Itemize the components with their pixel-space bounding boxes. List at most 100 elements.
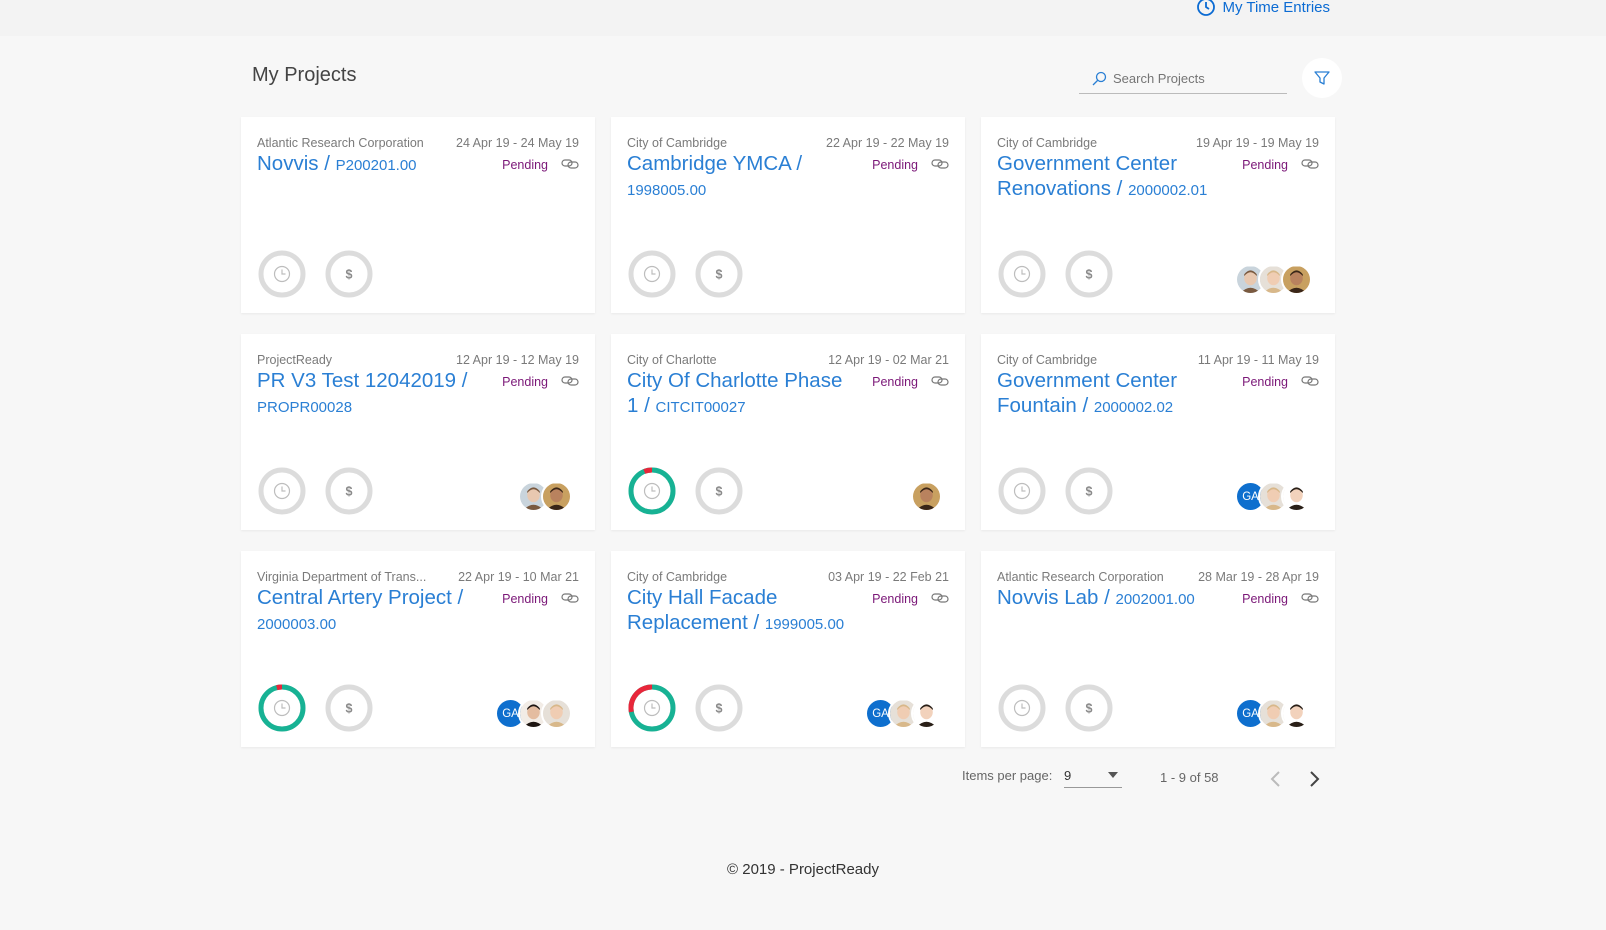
team-avatars: GA [865,698,942,729]
team-avatars [1235,264,1312,295]
status-badge: Pending [502,375,548,389]
svg-text:$: $ [716,702,723,716]
link-icon[interactable] [1301,374,1319,388]
link-icon[interactable] [561,157,579,171]
project-card[interactable]: City of Cambridge 22 Apr 19 - 22 May 19 Ca… [611,117,965,313]
avatar[interactable] [911,481,942,512]
project-card[interactable]: Virginia Department of Trans... 22 Apr 19… [241,551,595,747]
cost-progress-ring[interactable]: $ [694,249,744,299]
team-avatars: GA [1235,481,1312,512]
team-avatars: GA [495,698,572,729]
project-title-link[interactable]: Government Center Renovations / 2000002.… [997,151,1229,203]
clock-icon [258,467,306,515]
link-icon[interactable] [931,591,949,605]
status-badge: Pending [872,592,918,606]
time-progress-ring[interactable] [997,683,1047,733]
team-avatars: GA [1235,698,1312,729]
project-grid: Atlantic Research Corporation 24 Apr 19 -… [241,117,1335,747]
next-page-button[interactable] [1302,767,1326,791]
avatar[interactable] [541,481,572,512]
items-per-page-select[interactable]: 9 [1064,766,1122,788]
cost-progress-ring[interactable]: $ [694,466,744,516]
cost-progress-ring[interactable]: $ [324,466,374,516]
dollar-icon: $ [1065,467,1113,515]
cost-progress-ring[interactable]: $ [1064,249,1114,299]
project-code: CITCIT00027 [655,399,746,416]
svg-text:$: $ [1086,268,1093,282]
cost-progress-ring[interactable]: $ [324,249,374,299]
search-icon [1092,71,1107,85]
project-dates: 22 Apr 19 - 22 May 19 [826,136,949,150]
avatar[interactable] [541,698,572,729]
search-box [1079,64,1287,94]
link-icon[interactable] [561,374,579,388]
dollar-icon: $ [325,250,373,298]
link-icon[interactable] [931,157,949,171]
cost-progress-ring[interactable]: $ [324,683,374,733]
avatar[interactable] [1281,264,1312,295]
status-badge: Pending [1242,375,1288,389]
project-title-link[interactable]: Central Artery Project / 2000003.00 [257,585,489,637]
project-card[interactable]: ProjectReady 12 Apr 19 - 12 May 19 PR V3 T… [241,334,595,530]
project-name: PR V3 Test 12042019 / [257,369,468,392]
clock-icon [1197,0,1216,16]
project-card[interactable]: Atlantic Research Corporation 24 Apr 19 -… [241,117,595,313]
project-card[interactable]: City of Cambridge 03 Apr 19 - 22 Feb 21 Ci… [611,551,965,747]
link-icon[interactable] [1301,591,1319,605]
avatar[interactable] [1281,698,1312,729]
project-dates: 28 Mar 19 - 28 Apr 19 [1198,570,1319,584]
project-code: P200201.00 [335,157,417,174]
status-badge: Pending [872,158,918,172]
project-card[interactable]: Atlantic Research Corporation 28 Mar 19 -… [981,551,1335,747]
link-icon[interactable] [931,374,949,388]
clock-icon [998,684,1046,732]
cost-progress-ring[interactable]: $ [1064,466,1114,516]
my-time-entries-label: My Time Entries [1222,0,1330,16]
project-title-link[interactable]: PR V3 Test 12042019 / PROPR00028 [257,368,489,420]
my-time-entries-link[interactable]: My Time Entries [1196,0,1330,17]
project-title-link[interactable]: Novvis Lab / 2002001.00 [997,585,1229,612]
project-dates: 12 Apr 19 - 02 Mar 21 [828,353,949,367]
items-per-page-label: Items per page: [962,768,1053,783]
svg-text:$: $ [346,485,353,499]
project-code: 2002001.00 [1115,591,1195,608]
status-badge: Pending [502,158,548,172]
cost-progress-ring[interactable]: $ [1064,683,1114,733]
project-client: City of Charlotte [627,353,717,367]
avatar[interactable] [911,698,942,729]
project-dates: 19 Apr 19 - 19 May 19 [1196,136,1319,150]
page-range-label: 1 - 9 of 58 [1160,770,1219,785]
team-avatars [911,481,942,512]
time-progress-ring[interactable] [627,683,677,733]
clock-icon [258,684,306,732]
time-progress-ring[interactable] [257,683,307,733]
link-icon[interactable] [561,591,579,605]
cost-progress-ring[interactable]: $ [694,683,744,733]
link-icon[interactable] [1301,157,1319,171]
filter-button[interactable] [1302,58,1342,98]
project-client: City of Cambridge [997,136,1098,150]
time-progress-ring[interactable] [997,466,1047,516]
project-title-link[interactable]: Government Center Fountain / 2000002.02 [997,368,1229,420]
project-card[interactable]: City of Cambridge 19 Apr 19 - 19 May 19 Go… [981,117,1335,313]
search-input[interactable] [1113,71,1283,86]
time-progress-ring[interactable] [997,249,1047,299]
project-card[interactable]: City of Cambridge 11 Apr 19 - 11 May 19 Go… [981,334,1335,530]
project-title-link[interactable]: Cambridge YMCA / 1998005.00 [627,151,859,203]
team-avatars [518,481,572,512]
previous-page-button[interactable] [1264,767,1288,791]
svg-text:$: $ [346,702,353,716]
project-card[interactable]: City of Charlotte 12 Apr 19 - 02 Mar 21 Ci… [611,334,965,530]
dollar-icon: $ [1065,684,1113,732]
project-code: 1999005.00 [764,616,845,633]
time-progress-ring[interactable] [257,466,307,516]
time-progress-ring[interactable] [257,249,307,299]
page-title: My Projects [252,64,357,86]
time-progress-ring[interactable] [627,249,677,299]
project-title-link[interactable]: Novvis / P200201.00 [257,151,489,178]
project-title-link[interactable]: City Hall Facade Replacement / 1999005.0… [627,585,859,637]
project-title-link[interactable]: City Of Charlotte Phase 1 / CITCIT00027 [627,368,859,420]
status-badge: Pending [1242,158,1288,172]
time-progress-ring[interactable] [627,466,677,516]
avatar[interactable] [1281,481,1312,512]
